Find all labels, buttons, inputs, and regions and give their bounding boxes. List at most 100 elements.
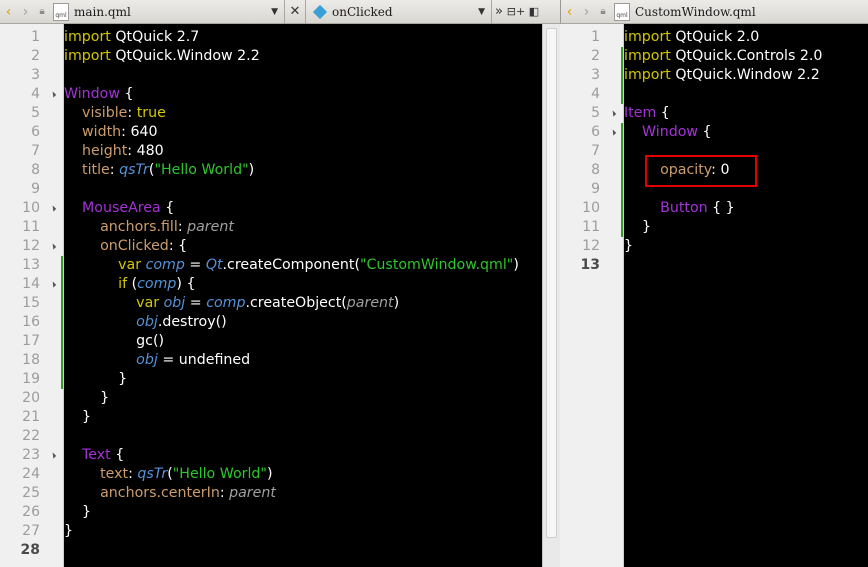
code-line[interactable]: MouseArea { [64,199,519,218]
scrollbar-thumb[interactable] [546,28,557,538]
fold-marker-icon[interactable] [609,110,617,117]
gutter-line: 24 [0,465,64,484]
line-number: 5 [591,105,600,121]
code-area[interactable]: import QtQuick 2.0 import QtQuick.Control… [624,28,822,275]
change-marker [621,66,623,85]
right-code-editor[interactable]: 1 2 3 4 5 6 7 8 9 10 11 12 13 import QtQuick 2.0 impo… [560,24,868,567]
code-line[interactable]: Window { [624,123,822,142]
code-line[interactable]: obj.destroy() [64,313,519,332]
code-line[interactable]: import QtQuick 2.7 [64,28,519,47]
code-token: QtQuick 2.7 [110,29,200,45]
back-icon[interactable]: ‹ [0,0,17,24]
document-name[interactable]: CustomWindow.qml [635,5,756,19]
code-token: anchors.fill [100,219,178,235]
symbol-name: onClicked [332,4,393,19]
code-line[interactable] [624,142,822,161]
code-line[interactable]: obj = undefined [64,351,519,370]
code-line[interactable]: Item { [624,104,822,123]
code-line[interactable]: visible: true [64,104,519,123]
code-token: } [64,504,92,520]
code-line[interactable]: Text { [64,446,519,465]
vertical-scrollbar[interactable] [542,24,560,567]
code-line[interactable]: } [64,522,519,541]
fold-marker-icon[interactable] [49,452,57,459]
code-token: Item [624,105,657,121]
code-line[interactable]: } [624,218,822,237]
fold-marker-icon[interactable] [49,205,57,212]
code-line[interactable]: import QtQuick.Window 2.2 [64,47,519,66]
code-token: { [110,447,125,463]
gutter-line: 4 [0,85,64,104]
code-line[interactable] [624,256,822,275]
split-icon[interactable]: ⊟+ [506,5,526,18]
change-marker [621,199,623,218]
symbols-combo[interactable]: onClicked ▼ [306,4,491,19]
code-line[interactable]: import QtQuick 2.0 [624,28,822,47]
code-line[interactable]: opacity: 0 [624,161,822,180]
code-line[interactable]: import QtQuick.Window 2.2 [624,66,822,85]
code-line[interactable]: Button { } [624,199,822,218]
code-area[interactable]: import QtQuick 2.7 import QtQuick.Window … [64,28,519,560]
fold-marker-icon[interactable] [609,129,617,136]
line-number: 10 [582,200,600,216]
code-line[interactable]: anchors.fill: parent [64,218,519,237]
more-icon[interactable]: » [492,4,506,19]
code-line[interactable] [64,541,519,560]
fold-marker-icon[interactable] [49,281,57,288]
change-marker [61,370,63,389]
code-line[interactable]: text: qsTr("Hello World") [64,465,519,484]
code-token: import [624,29,671,45]
forward-icon[interactable]: › [578,0,595,24]
code-line[interactable] [624,180,822,199]
code-line[interactable]: import QtQuick.Controls 2.0 [624,47,822,66]
change-marker [61,256,63,275]
code-line[interactable]: } [624,237,822,256]
gutter-line: 12 [560,237,624,256]
code-line[interactable]: var obj = comp.createObject(parent) [64,294,519,313]
code-token: height [82,143,128,159]
code-line[interactable]: Window { [64,85,519,104]
code-token: Button [660,200,708,216]
close-document-icon[interactable]: ✕ [285,4,305,19]
gutter-line: 27 [0,522,64,541]
code-line[interactable] [64,180,519,199]
gutter-line: 15 [0,294,64,313]
code-line[interactable]: } [64,408,519,427]
code-line[interactable]: gc() [64,332,519,351]
back-icon[interactable]: ‹ [561,0,578,24]
code-token: import [624,48,671,64]
line-number: 9 [31,181,40,197]
code-line[interactable]: height: 480 [64,142,519,161]
code-line[interactable]: } [64,389,519,408]
code-line[interactable]: if (comp) { [64,275,519,294]
open-in-new-window-icon[interactable]: ◧ [526,5,542,18]
code-line[interactable]: } [64,503,519,522]
fold-marker-icon[interactable] [49,243,57,250]
document-name: main.qml [74,4,131,19]
code-line[interactable]: onClicked: { [64,237,519,256]
code-line[interactable]: width: 640 [64,123,519,142]
gutter-line: 1 [560,28,624,47]
code-line[interactable]: anchors.centerIn: parent [64,484,519,503]
code-line[interactable] [64,66,519,85]
code-line[interactable] [624,85,822,104]
code-line[interactable] [64,427,519,446]
code-token: ) [393,295,400,311]
code-token: QtQuick.Controls 2.0 [670,48,823,64]
fold-marker-icon[interactable] [49,91,57,98]
change-marker [621,47,623,66]
gutter-line: 26 [0,503,64,522]
open-documents-combo[interactable]: main.qml ▼ [74,5,284,19]
code-token: } [624,238,634,254]
code-line[interactable]: title: qsTr("Hello World") [64,161,519,180]
forward-icon[interactable]: › [17,0,34,24]
left-code-editor[interactable]: 1 2 3 4 5 6 7 8 9 10 11 12 13 14 15 16 17 18 19 20 21 22 23 24 2… [0,24,542,567]
code-line[interactable]: var comp = Qt.createComponent("CustomWin… [64,256,519,275]
code-line[interactable]: } [64,370,519,389]
qml-file-icon: qml [53,2,69,21]
line-number: 3 [591,67,600,83]
line-number: 18 [22,352,40,368]
gutter-line: 6 [0,123,64,142]
